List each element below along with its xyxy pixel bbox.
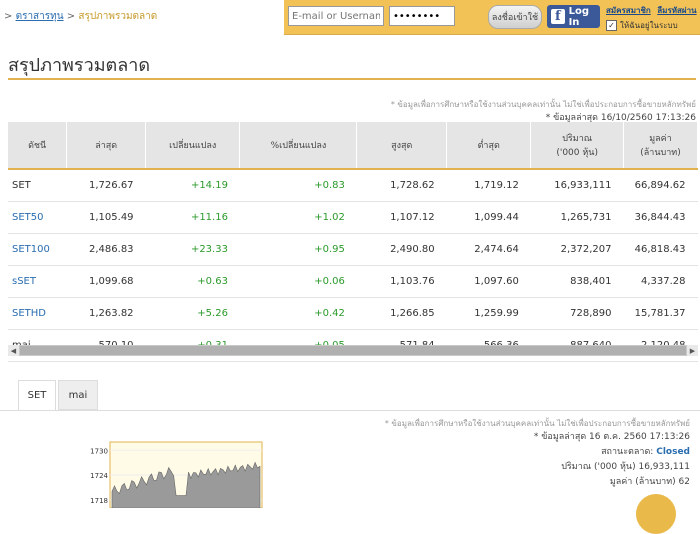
y-tick-label: 1724 bbox=[90, 472, 108, 480]
cell-low: 2,474.64 bbox=[446, 233, 531, 266]
cell-chg: +11.16 bbox=[145, 201, 240, 234]
index-link[interactable]: sSET bbox=[12, 276, 36, 287]
cell-vol: 2,372,207 bbox=[530, 233, 624, 266]
scroll-left-icon[interactable]: ◀ bbox=[8, 345, 19, 356]
cell-low: 1,719.12 bbox=[446, 169, 531, 202]
info-value: มูลค่า (ล้านบาท) 62 bbox=[609, 477, 690, 487]
remember-me[interactable]: ✓ ให้ฉันอยู่ในระบบ bbox=[606, 19, 678, 32]
cell-high: 1,107.12 bbox=[356, 201, 447, 234]
cell-val: 46,818.43 bbox=[623, 233, 698, 266]
login-button[interactable]: ลงชื่อเข้าใช้ bbox=[488, 5, 542, 29]
column-header: เปลี่ยนแปลง bbox=[145, 122, 241, 169]
cell-high: 1,266.85 bbox=[356, 297, 447, 330]
table-row: SET 1,726.67 +14.19 +0.83 1,728.62 1,719.12 16… bbox=[8, 169, 698, 202]
cell-last: 1,099.68 bbox=[66, 265, 146, 298]
market-summary-table: ดัชนี ล่าสุด เปลี่ยนแปลง %เปลี่ยนแปลง สูงสุด… bbox=[8, 122, 698, 362]
info-disclaimer: * ข้อมูลเพื่อการศึกษาหรือใช้งานส่วนบุคคล… bbox=[384, 419, 690, 428]
cell-last: 1,105.49 bbox=[66, 201, 146, 234]
index-cell: SET100 bbox=[8, 233, 67, 266]
username-input[interactable] bbox=[288, 6, 384, 26]
column-header: มูลค่า (ล้านบาท) bbox=[623, 122, 698, 169]
facebook-icon: f bbox=[551, 9, 565, 24]
cell-pct: +0.06 bbox=[239, 265, 357, 298]
info-volume: ปริมาณ ('000 หุ้น) 16,933,111 bbox=[561, 462, 690, 472]
table-row: sSET 1,099.68 +0.63 +0.06 1,103.76 1,097.60 83… bbox=[8, 265, 698, 298]
cell-low: 1,259.99 bbox=[446, 297, 531, 330]
cell-pct: +0.95 bbox=[239, 233, 357, 266]
login-panel: ลงชื่อเข้าใช้ f Log In สมัครสมาชิก ลืมรห… bbox=[284, 0, 700, 35]
column-header: ดัชนี bbox=[8, 122, 68, 169]
cell-vol: 1,265,731 bbox=[530, 201, 624, 234]
cell-chg: +14.19 bbox=[145, 169, 240, 202]
tab-set[interactable]: SET bbox=[18, 380, 56, 410]
y-tick-label: 1730 bbox=[90, 447, 108, 455]
scroll-right-icon[interactable]: ▶ bbox=[687, 345, 698, 356]
cell-vol: 16,933,111 bbox=[530, 169, 624, 202]
cell-high: 2,490.80 bbox=[356, 233, 447, 266]
account-links: สมัครสมาชิก ลืมรหัสผ่าน bbox=[606, 4, 697, 17]
scrollbar-thumb[interactable] bbox=[20, 346, 686, 355]
cell-low: 1,099.44 bbox=[446, 201, 531, 234]
cell-last: 1,726.67 bbox=[66, 169, 146, 202]
breadcrumb-current: สรุปภาพรวมตลาด bbox=[78, 11, 158, 22]
breadcrumb: > ตราสารทุน > สรุปภาพรวมตลาด bbox=[4, 11, 158, 22]
cell-low: 1,097.60 bbox=[446, 265, 531, 298]
tab-divider bbox=[0, 410, 700, 411]
cell-val: 15,781.37 bbox=[623, 297, 698, 330]
cell-last: 1,263.82 bbox=[66, 297, 146, 330]
forgot-password-link[interactable]: ลืมรหัสผ่าน bbox=[657, 6, 696, 15]
facebook-login-button[interactable]: f Log In bbox=[547, 5, 600, 28]
floating-action-button[interactable] bbox=[636, 494, 676, 534]
cell-val: 4,337.28 bbox=[623, 265, 698, 298]
breadcrumb-home-link[interactable]: ตราสารทุน bbox=[16, 11, 64, 22]
tab-mai[interactable]: mai bbox=[58, 380, 98, 410]
cell-last: 2,486.83 bbox=[66, 233, 146, 266]
cell-vol: 728,890 bbox=[530, 297, 624, 330]
column-header: ปริมาณ ('000 หุ้น) bbox=[530, 122, 624, 169]
password-input[interactable] bbox=[389, 6, 455, 26]
horizontal-scrollbar[interactable]: ◀ ▶ bbox=[8, 345, 698, 356]
cell-val: 66,894.62 bbox=[623, 169, 698, 202]
cell-pct: +1.02 bbox=[239, 201, 357, 234]
cell-val: 36,844.43 bbox=[623, 201, 698, 234]
top-bar: > ตราสารทุน > สรุปภาพรวมตลาด ลงชื่อเข้าใ… bbox=[0, 0, 700, 35]
cell-chg: +5.26 bbox=[145, 297, 240, 330]
column-header: ล่าสุด bbox=[66, 122, 147, 169]
column-header: %เปลี่ยนแปลง bbox=[239, 122, 358, 169]
market-status: สถานะตลาด: Closed bbox=[601, 447, 690, 457]
remember-checkbox[interactable]: ✓ bbox=[606, 20, 617, 31]
intraday-chart: 173017241718 bbox=[90, 441, 263, 508]
table-row: SET100 2,486.83 +23.33 +0.95 2,490.80 2,474.6… bbox=[8, 233, 698, 266]
index-cell: SETHD bbox=[8, 297, 67, 330]
index-cell: sSET bbox=[8, 265, 67, 298]
index-link[interactable]: SET100 bbox=[12, 244, 50, 255]
index-name: SET bbox=[8, 169, 67, 202]
cell-pct: +0.83 bbox=[239, 169, 357, 202]
title-divider bbox=[8, 78, 696, 80]
column-header: สูงสุด bbox=[356, 122, 448, 169]
index-link[interactable]: SET50 bbox=[12, 212, 44, 223]
info-last-update: * ข้อมูลล่าสุด 16 ต.ค. 2560 17:13:26 bbox=[533, 432, 690, 442]
cell-high: 1,728.62 bbox=[356, 169, 447, 202]
register-link[interactable]: สมัครสมาชิก bbox=[606, 6, 651, 15]
table-header-row: ดัชนี ล่าสุด เปลี่ยนแปลง %เปลี่ยนแปลง สูงสุด… bbox=[8, 122, 698, 169]
cell-pct: +0.42 bbox=[239, 297, 357, 330]
index-link[interactable]: SETHD bbox=[12, 308, 46, 319]
column-header: ต่ำสุด bbox=[446, 122, 532, 169]
table-row: SET50 1,105.49 +11.16 +1.02 1,107.12 1,099.44… bbox=[8, 201, 698, 234]
page-title: สรุปภาพรวมตลาด bbox=[8, 55, 151, 76]
table-row: SETHD 1,263.82 +5.26 +0.42 1,266.85 1,259.99 7… bbox=[8, 297, 698, 330]
cell-chg: +0.63 bbox=[145, 265, 240, 298]
market-status-value: Closed bbox=[656, 447, 690, 457]
cell-vol: 838,401 bbox=[530, 265, 624, 298]
cell-high: 1,103.76 bbox=[356, 265, 447, 298]
market-info: * ข้อมูลเพื่อการศึกษาหรือใช้งานส่วนบุคคล… bbox=[360, 418, 690, 490]
cell-chg: +23.33 bbox=[145, 233, 240, 266]
index-cell: SET50 bbox=[8, 201, 67, 234]
